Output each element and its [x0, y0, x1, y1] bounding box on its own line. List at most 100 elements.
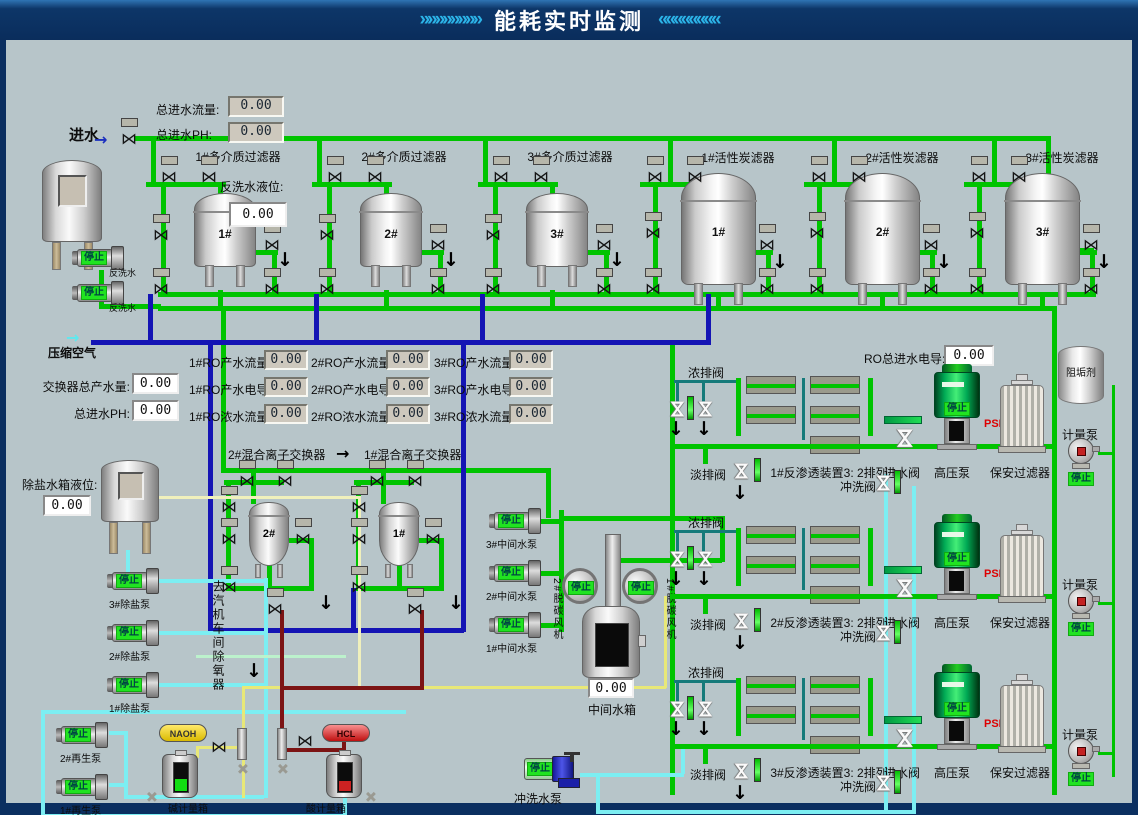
valve[interactable]: [206, 738, 232, 756]
membrane-core: [811, 414, 859, 418]
valve[interactable]: [1078, 280, 1104, 298]
valve[interactable]: [346, 578, 372, 596]
demin-pump[interactable]: 停止: [107, 620, 159, 646]
antiscalant-label: 阻垢剂: [1058, 364, 1104, 379]
valve[interactable]: [640, 224, 666, 242]
valve[interactable]: [420, 530, 446, 548]
decarb-stack: [605, 534, 621, 610]
valve[interactable]: [918, 280, 944, 298]
valve[interactable]: [148, 226, 174, 244]
inlet-butterfly-valve[interactable]: [892, 726, 916, 750]
valve[interactable]: [642, 168, 668, 186]
exchanger-total-input[interactable]: 0.00: [132, 373, 179, 394]
valve[interactable]: [216, 578, 242, 596]
flush-valve[interactable]: [872, 472, 894, 494]
regen-pump[interactable]: 停止: [56, 722, 108, 748]
demin-pump[interactable]: 停止: [107, 568, 159, 594]
valve[interactable]: [216, 530, 242, 548]
ro-reading-label: 1#RO产水电导:: [189, 381, 261, 398]
tank-leg: [407, 564, 413, 578]
valve[interactable]: [754, 280, 780, 298]
flush-pump[interactable]: 停止: [524, 754, 582, 788]
valve[interactable]: [640, 280, 666, 298]
valve[interactable]: [346, 530, 372, 548]
ro-cond-input[interactable]: 0.00: [944, 345, 994, 366]
inlet-butterfly-valve[interactable]: [892, 426, 916, 450]
flush-valve[interactable]: [872, 772, 894, 794]
valve[interactable]: [425, 280, 451, 298]
valve[interactable]: [402, 600, 428, 618]
total-ph-display: 0.00: [228, 122, 284, 143]
valve[interactable]: [804, 224, 830, 242]
valve[interactable]: [216, 498, 242, 516]
demin-level-input[interactable]: 0.00: [43, 495, 91, 516]
valve[interactable]: [362, 168, 388, 186]
flush-valve[interactable]: [872, 622, 894, 644]
valve[interactable]: [292, 732, 318, 750]
dose-pump[interactable]: [1064, 588, 1100, 620]
pipe: [280, 686, 424, 690]
valve[interactable]: [528, 168, 554, 186]
inlet-valve[interactable]: [116, 130, 142, 148]
pipe: [109, 783, 124, 787]
valve[interactable]: [964, 280, 990, 298]
hp-pump[interactable]: 停止: [934, 364, 980, 450]
drain-valve[interactable]: [694, 548, 716, 570]
valve[interactable]: [1006, 168, 1032, 186]
drain-valve[interactable]: [666, 398, 688, 420]
mid-pump[interactable]: 停止: [489, 612, 541, 638]
valve[interactable]: [488, 168, 514, 186]
hp-pump[interactable]: 停止: [934, 664, 980, 750]
drain-valve[interactable]: [730, 760, 752, 782]
valve[interactable]: [480, 280, 506, 298]
mid-pump[interactable]: 停止: [489, 508, 541, 534]
tank-number: 2#: [250, 528, 288, 540]
valve[interactable]: [156, 168, 182, 186]
mid-pump[interactable]: 停止: [489, 560, 541, 586]
status-stop: 停止: [1068, 622, 1094, 636]
regen-pump[interactable]: 停止: [56, 774, 108, 800]
drain-valve[interactable]: [730, 610, 752, 632]
valve[interactable]: [804, 280, 830, 298]
demin-pump[interactable]: 停止: [107, 672, 159, 698]
decarb-blower[interactable]: 停止: [562, 568, 598, 604]
valve[interactable]: [402, 472, 428, 490]
valve[interactable]: [314, 226, 340, 244]
perm-valve-label: 淡排阀: [690, 616, 726, 633]
valve[interactable]: [846, 168, 872, 186]
totals-ph-input[interactable]: 0.00: [132, 400, 179, 421]
valve[interactable]: [148, 280, 174, 298]
inlet-butterfly-valve[interactable]: [892, 576, 916, 600]
pipe: [546, 468, 551, 518]
valve[interactable]: [806, 168, 832, 186]
guard-filter: [998, 374, 1046, 458]
valve[interactable]: [259, 280, 285, 298]
valve[interactable]: [196, 168, 222, 186]
valve[interactable]: [964, 224, 990, 242]
valve[interactable]: [290, 530, 316, 548]
backwash-level-input[interactable]: 0.00: [229, 202, 287, 227]
mid-tank-input[interactable]: 0.00: [588, 678, 634, 698]
conc-valve-label: 浓排阀: [688, 364, 724, 381]
valve[interactable]: [346, 498, 372, 516]
valve[interactable]: [591, 280, 617, 298]
drain-valve[interactable]: [730, 460, 752, 482]
decarb-blower[interactable]: 停止: [622, 568, 658, 604]
hp-pump[interactable]: 停止: [934, 514, 980, 600]
dose-pump[interactable]: [1064, 738, 1100, 770]
valve[interactable]: [262, 600, 288, 618]
valve[interactable]: [966, 168, 992, 186]
drain-valve[interactable]: [666, 548, 688, 570]
valve[interactable]: [480, 226, 506, 244]
valve[interactable]: [682, 168, 708, 186]
valve[interactable]: [322, 168, 348, 186]
drain-valve[interactable]: [694, 398, 716, 420]
valve[interactable]: [272, 472, 298, 490]
drain-valve[interactable]: [694, 698, 716, 720]
pipe: [703, 594, 708, 614]
drain-valve[interactable]: [666, 698, 688, 720]
pipe: [1112, 385, 1115, 777]
valve[interactable]: [314, 280, 340, 298]
dose-pump[interactable]: [1064, 438, 1100, 470]
pipe: [109, 731, 124, 735]
